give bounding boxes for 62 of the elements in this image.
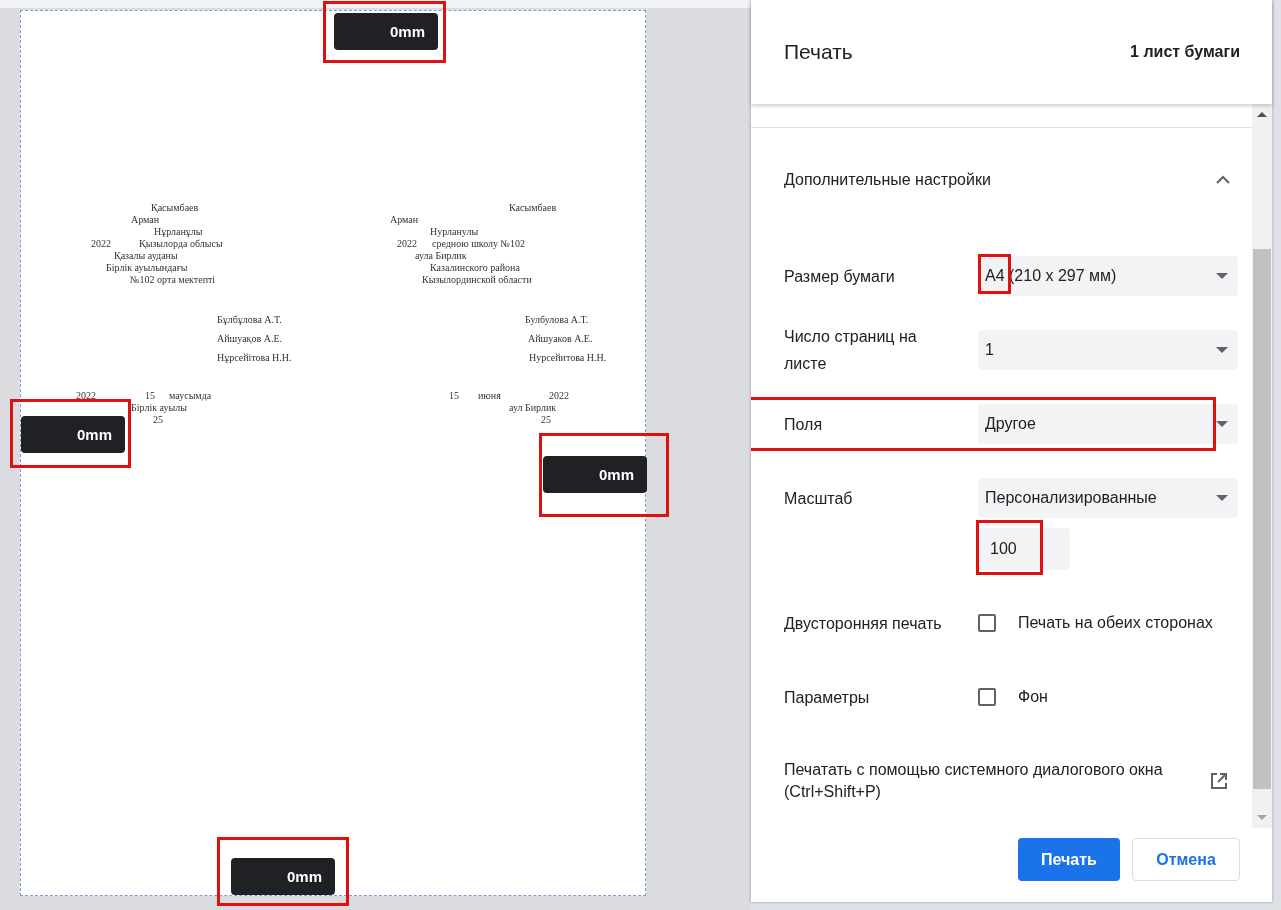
document-text: Бұлбұлова А.Т. bbox=[217, 314, 282, 326]
margin-badge[interactable]: 0mm bbox=[334, 13, 438, 50]
document-text: аул Бирлик bbox=[509, 402, 557, 414]
cancel-button[interactable]: Отмена bbox=[1132, 838, 1240, 881]
margin-badge[interactable]: 0mm bbox=[231, 858, 335, 895]
document-text: Арман bbox=[131, 214, 160, 226]
dropdown[interactable]: Персонализированные bbox=[978, 478, 1238, 518]
document-text: Нурсейитова Н.Н. bbox=[529, 352, 607, 364]
setting-label: Число страниц на листе bbox=[784, 327, 918, 374]
document-text: Нұрланұлы bbox=[154, 226, 203, 238]
document-text: 15 bbox=[145, 390, 155, 402]
caret-icon bbox=[1216, 273, 1228, 279]
more-settings-toggle[interactable]: Дополнительные настройки bbox=[751, 128, 1252, 231]
scrollbar[interactable] bbox=[1252, 104, 1272, 828]
document-text: 2022 bbox=[549, 390, 569, 402]
margin-badge[interactable]: 0mm bbox=[21, 416, 125, 453]
document-text: Касымбаев bbox=[509, 202, 557, 214]
checkbox[interactable] bbox=[978, 614, 996, 632]
setting-label: Размер бумаги bbox=[784, 266, 896, 287]
document-text: аула Бирлик bbox=[415, 250, 467, 262]
document-text: Қасымбаев bbox=[151, 202, 199, 214]
document-text: июня bbox=[478, 390, 501, 402]
document-text: 2022 bbox=[76, 390, 96, 402]
dropdown[interactable]: Другое bbox=[978, 404, 1238, 444]
document-text: 25 bbox=[153, 414, 163, 426]
dialog-title: Печать bbox=[784, 40, 853, 64]
document-text: Бірлік ауылы bbox=[131, 402, 187, 414]
caret-icon bbox=[1216, 347, 1228, 353]
external-link-icon[interactable] bbox=[1210, 772, 1228, 790]
print-button[interactable]: Печать bbox=[1018, 838, 1120, 881]
document-text: Нұрсейітова Н.Н. bbox=[217, 352, 292, 364]
document-text: Бірлік ауылындағы bbox=[106, 262, 188, 274]
dropdown[interactable]: 1 bbox=[978, 330, 1238, 370]
document-text: 15 bbox=[449, 390, 459, 402]
document-text: Арман bbox=[390, 214, 419, 226]
checkbox-label: Фон bbox=[1018, 688, 1048, 706]
document-text: Қызылорда облысы bbox=[139, 238, 223, 250]
sheet-count: 1 лист бумаги bbox=[1130, 43, 1240, 61]
caret-icon bbox=[1216, 495, 1228, 501]
document-text: Кызылординской области bbox=[422, 274, 532, 286]
document-text: Қазалы ауданы bbox=[114, 250, 178, 262]
margin-badge[interactable]: 0mm bbox=[543, 456, 647, 493]
document-text: Айшуаков А.Е. bbox=[528, 333, 593, 345]
scale-input[interactable]: 100 bbox=[978, 528, 1070, 570]
checkbox-label: Печать на обеих сторонах bbox=[1018, 614, 1213, 632]
document-text: Нурланулы bbox=[430, 226, 479, 238]
setting-label: Параметры bbox=[784, 687, 871, 708]
caret-icon bbox=[1216, 421, 1228, 427]
document-text: средною школу №102 bbox=[432, 238, 526, 250]
document-text: 25 bbox=[541, 414, 551, 426]
setting-label: Двусторонняя печать bbox=[784, 613, 943, 634]
checkbox[interactable] bbox=[978, 688, 996, 706]
document-text: 2022 bbox=[397, 238, 417, 250]
system-dialog-link[interactable]: Печатать с помощью системного диалогового окна (Ctrl+Shift+P) bbox=[784, 759, 1174, 803]
setting-label: Масштаб bbox=[784, 489, 854, 509]
document-text: Айшуақов А.Е. bbox=[217, 333, 282, 345]
setting-label: Поля bbox=[784, 414, 824, 435]
document-text: Булбулова А.Т. bbox=[525, 314, 589, 326]
document-text: 2022 bbox=[91, 238, 111, 250]
document-text: маусымда bbox=[169, 390, 212, 402]
document-text: Казалинского района bbox=[430, 262, 520, 274]
document-text: №102 орта мектепті bbox=[130, 274, 216, 286]
